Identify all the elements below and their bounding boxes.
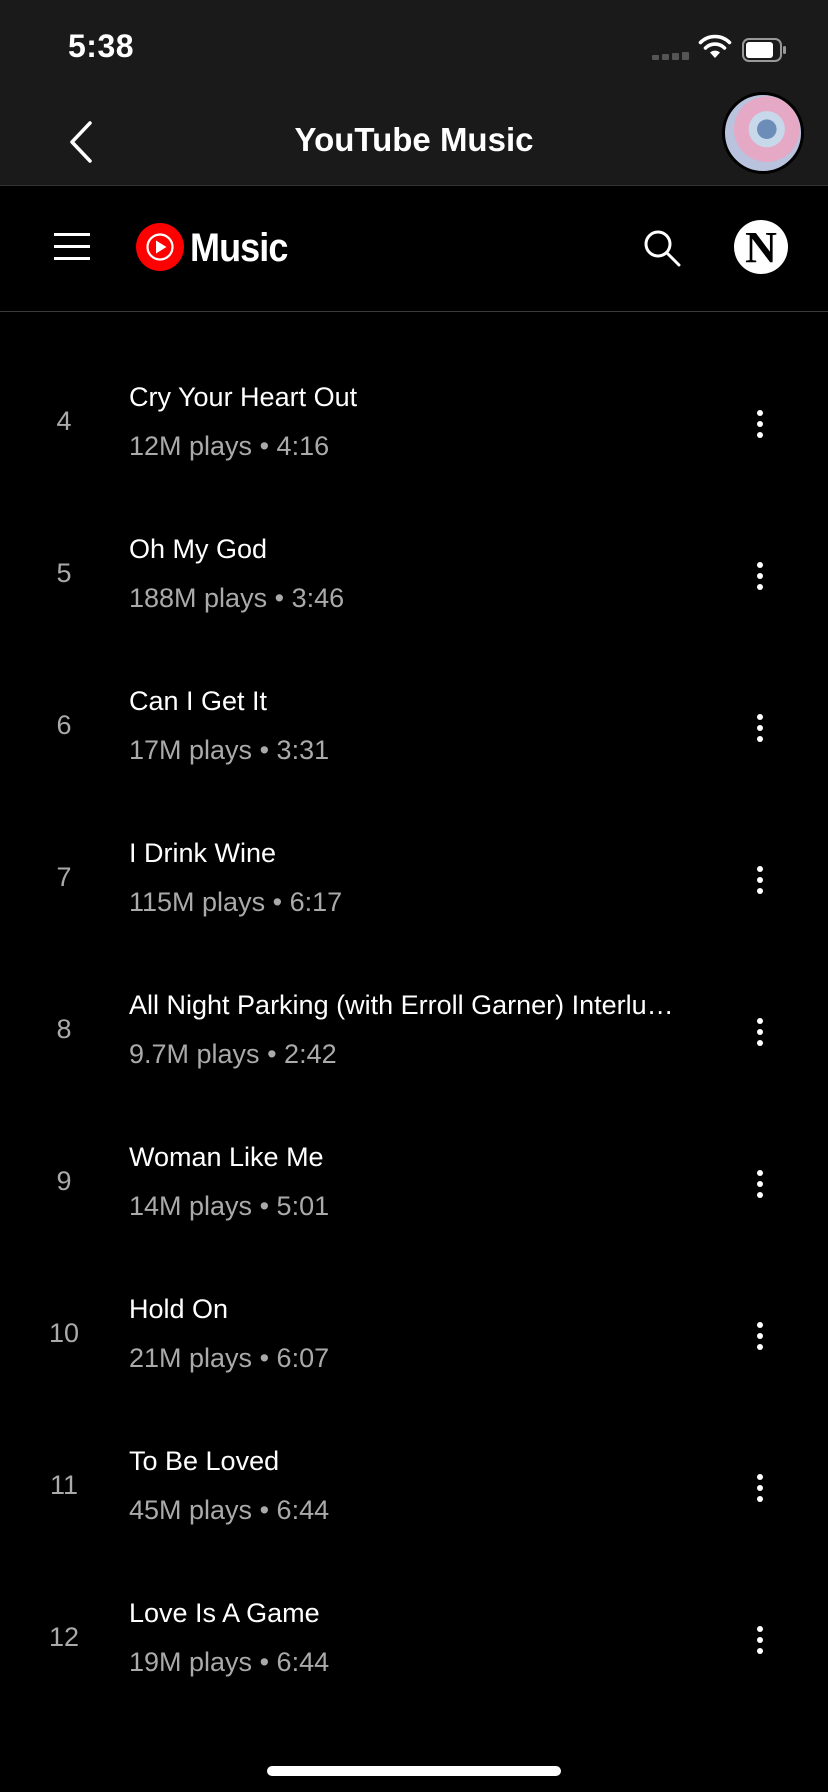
- track-row[interactable]: 11 To Be Loved 45M plays • 6:44: [0, 1376, 828, 1528]
- track-title[interactable]: Oh My God: [129, 534, 699, 565]
- track-meta: 14M plays • 5:01: [129, 1191, 329, 1222]
- track-row[interactable]: 12 Love Is A Game 19M plays • 6:44: [0, 1528, 828, 1680]
- meta-separator: •: [259, 1495, 270, 1525]
- track-title[interactable]: Cry Your Heart Out: [129, 382, 699, 413]
- track-row[interactable]: 5 Oh My God 188M plays • 3:46: [0, 464, 828, 616]
- meta-separator: •: [259, 1647, 270, 1677]
- signal-icon: [652, 50, 692, 60]
- meta-separator: •: [274, 583, 285, 613]
- more-vertical-icon[interactable]: [744, 708, 776, 748]
- logo-text[interactable]: Music: [190, 226, 288, 271]
- track-number: 12: [48, 1622, 80, 1652]
- track-title[interactable]: I Drink Wine: [129, 838, 699, 869]
- meta-separator: •: [259, 1343, 270, 1373]
- more-vertical-icon[interactable]: [744, 860, 776, 900]
- track-row[interactable]: 8 All Night Parking (with Erroll Garner) …: [0, 920, 828, 1072]
- track-plays: 9.7M plays: [129, 1039, 260, 1069]
- home-indicator[interactable]: [267, 1766, 561, 1776]
- track-plays: 115M plays: [129, 887, 266, 917]
- track-duration: 6:44: [276, 1647, 330, 1677]
- track-plays: 12M plays: [129, 431, 253, 461]
- track-meta: 9.7M plays • 2:42: [129, 1039, 337, 1070]
- status-bar: 5:38: [0, 0, 828, 95]
- meta-separator: •: [259, 431, 270, 461]
- album-avatar[interactable]: [722, 92, 804, 174]
- track-title[interactable]: All Night Parking (with Erroll Garner) I…: [129, 990, 699, 1021]
- track-title[interactable]: Love Is A Game: [129, 1598, 699, 1629]
- battery-icon: [742, 38, 786, 62]
- track-duration: 6:07: [276, 1343, 330, 1373]
- track-meta: 21M plays • 6:07: [129, 1343, 329, 1374]
- meta-separator: •: [259, 735, 270, 765]
- status-time: 5:38: [68, 28, 135, 64]
- track-row[interactable]: 7 I Drink Wine 115M plays • 6:17: [0, 768, 828, 920]
- more-vertical-icon[interactable]: [744, 556, 776, 596]
- more-vertical-icon[interactable]: [744, 1316, 776, 1356]
- track-plays: 19M plays: [129, 1647, 253, 1677]
- more-vertical-icon[interactable]: [744, 404, 776, 444]
- more-vertical-icon[interactable]: [744, 1620, 776, 1660]
- page-title: YouTube Music: [294, 121, 534, 158]
- track-plays: 17M plays: [129, 735, 253, 765]
- track-plays: 14M plays: [129, 1191, 253, 1221]
- search-icon[interactable]: [642, 228, 682, 268]
- track-number: 5: [56, 558, 72, 588]
- track-title[interactable]: Hold On: [129, 1294, 699, 1325]
- track-meta: 19M plays • 6:44: [129, 1647, 329, 1678]
- track-number: 10: [48, 1318, 80, 1348]
- track-number: 4: [56, 406, 72, 436]
- hamburger-menu-icon[interactable]: [54, 233, 90, 261]
- track-row[interactable]: 10 Hold On 21M plays • 6:07: [0, 1224, 828, 1376]
- track-meta: 188M plays • 3:46: [129, 583, 344, 614]
- browser-header: YouTube Music: [0, 95, 828, 186]
- track-duration: 6:17: [289, 887, 343, 917]
- track-number: 9: [56, 1166, 72, 1196]
- track-row[interactable]: 6 Can I Get It 17M plays • 3:31: [0, 616, 828, 768]
- more-vertical-icon[interactable]: [744, 1164, 776, 1204]
- track-meta: 45M plays • 6:44: [129, 1495, 329, 1526]
- track-meta: 115M plays • 6:17: [129, 887, 342, 918]
- track-meta: 12M plays • 4:16: [129, 431, 329, 462]
- track-title[interactable]: Woman Like Me: [129, 1142, 699, 1173]
- track-duration: 6:44: [276, 1495, 330, 1525]
- meta-separator: •: [267, 1039, 277, 1069]
- track-number: 6: [56, 710, 72, 740]
- account-avatar[interactable]: N: [734, 220, 788, 274]
- meta-separator: •: [259, 1191, 270, 1221]
- meta-separator: •: [272, 887, 283, 917]
- track-number: 7: [56, 862, 72, 892]
- track-meta: 17M plays • 3:31: [129, 735, 329, 766]
- track-number: 11: [49, 1470, 79, 1500]
- wifi-icon: [698, 34, 732, 58]
- more-vertical-icon[interactable]: [744, 1012, 776, 1052]
- track-row[interactable]: 9 Woman Like Me 14M plays • 5:01: [0, 1072, 828, 1224]
- youtube-music-logo-icon[interactable]: [136, 223, 184, 271]
- track-plays: 21M plays: [129, 1343, 253, 1373]
- track-plays: 188M plays: [129, 583, 268, 613]
- track-row[interactable]: 4 Cry Your Heart Out 12M plays • 4:16: [0, 312, 828, 464]
- track-plays: 45M plays: [129, 1495, 253, 1525]
- track-number: 8: [56, 1014, 72, 1044]
- track-title[interactable]: To Be Loved: [129, 1446, 699, 1477]
- track-title[interactable]: Can I Get It: [129, 686, 699, 717]
- app-header: Music N: [0, 186, 828, 312]
- track-duration: 3:31: [276, 735, 330, 765]
- track-list: 4 Cry Your Heart Out 12M plays • 4:16 5 Oh M…: [0, 312, 828, 1680]
- track-duration: 3:46: [291, 583, 345, 613]
- track-duration: 5:01: [276, 1191, 330, 1221]
- more-vertical-icon[interactable]: [744, 1468, 776, 1508]
- track-duration: 4:16: [276, 431, 330, 461]
- track-duration: 2:42: [284, 1039, 337, 1069]
